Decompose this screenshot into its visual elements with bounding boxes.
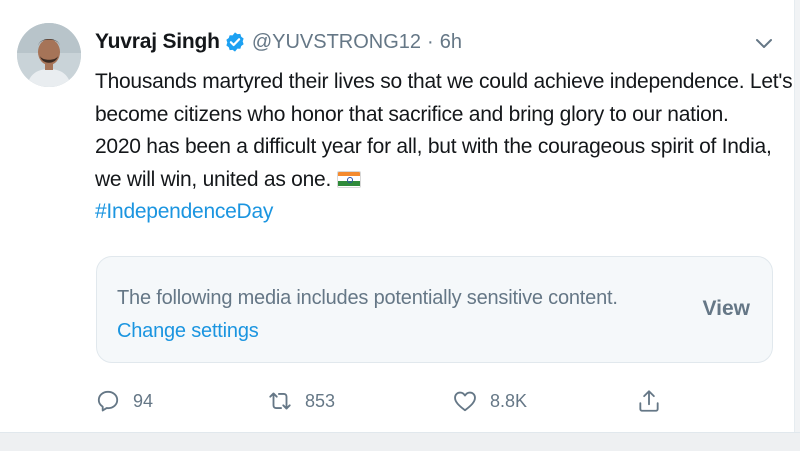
verified-badge-icon bbox=[224, 31, 246, 53]
separator-dot: · bbox=[427, 30, 434, 53]
tweet-header: Yuvraj Singh @YUVSTRONG12 · 6h bbox=[95, 28, 462, 56]
tweet-actions: 94 853 8.8K bbox=[95, 385, 695, 417]
tweet-text-line-with-emoji: we will win, united as one. bbox=[95, 164, 785, 197]
hashtag-link[interactable]: #IndependenceDay bbox=[95, 196, 785, 229]
retweet-icon bbox=[269, 392, 291, 410]
heart-icon bbox=[454, 391, 476, 412]
tweet-text-line: Thousands martyred their lives so that w… bbox=[95, 70, 793, 93]
sensitive-media-message-block: The following media includes potentially… bbox=[117, 282, 618, 348]
change-settings-link[interactable]: Change settings bbox=[117, 315, 618, 348]
chevron-down-icon[interactable] bbox=[752, 32, 776, 54]
reply-icon bbox=[97, 390, 119, 412]
tweet-text-line: we will win, united as one. bbox=[95, 167, 332, 191]
like-button[interactable]: 8.8K bbox=[452, 385, 527, 417]
like-count: 8.8K bbox=[490, 390, 528, 411]
tweet-text-line: become citizens who honor that sacrifice… bbox=[95, 102, 729, 126]
view-media-button[interactable]: View bbox=[703, 297, 750, 321]
share-button[interactable] bbox=[636, 385, 662, 417]
scrollbar-track[interactable] bbox=[794, 0, 800, 432]
reply-button[interactable]: 94 bbox=[95, 385, 153, 417]
feed-divider bbox=[0, 432, 800, 451]
retweet-button[interactable]: 853 bbox=[267, 385, 335, 417]
retweet-count: 853 bbox=[305, 390, 336, 411]
tweet-timestamp[interactable]: 6h bbox=[440, 31, 462, 54]
share-icon bbox=[639, 390, 659, 412]
tweet-card[interactable]: Yuvraj Singh @YUVSTRONG12 · 6h Thousands… bbox=[0, 0, 800, 432]
avatar[interactable] bbox=[17, 23, 81, 87]
reply-count: 94 bbox=[133, 390, 154, 411]
india-flag-icon bbox=[337, 170, 362, 188]
author-handle[interactable]: @YUVSTRONG12 bbox=[252, 31, 421, 54]
author-name[interactable]: Yuvraj Singh bbox=[95, 30, 220, 54]
tweet-text: Thousands martyred their lives so that w… bbox=[95, 66, 793, 229]
sensitive-media-warning: The following media includes potentially… bbox=[96, 256, 773, 363]
avatar-image bbox=[17, 23, 81, 87]
tweet-text-line: 2020 has been a difficult year for all, … bbox=[95, 135, 772, 158]
sensitive-media-message: The following media includes potentially… bbox=[117, 287, 618, 309]
